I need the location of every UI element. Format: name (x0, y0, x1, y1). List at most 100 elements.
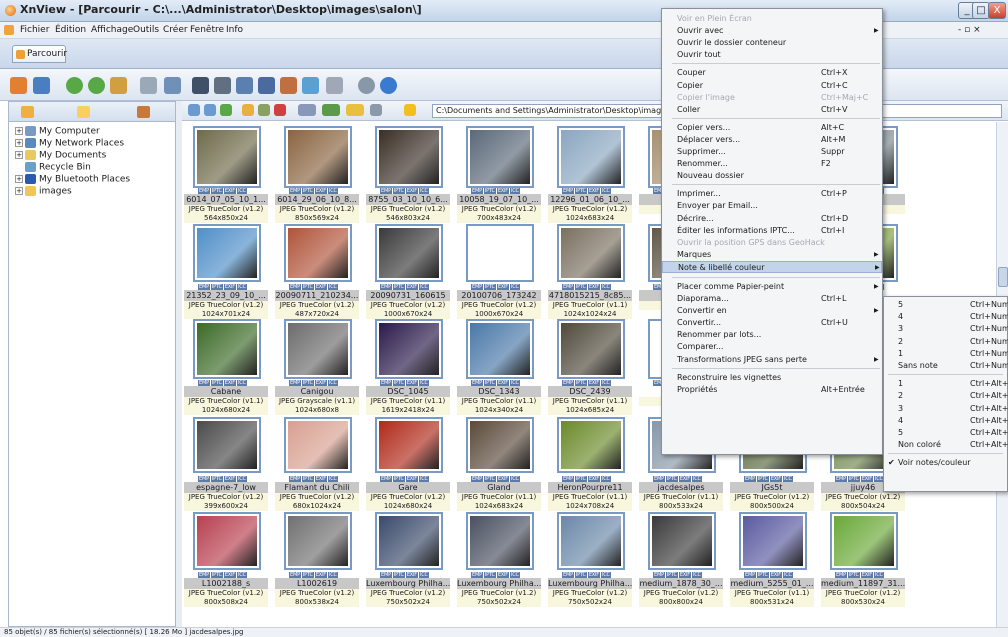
convert-icon[interactable] (280, 77, 297, 94)
edit-icon[interactable] (258, 104, 270, 116)
context-menu-item[interactable]: Transformations JPEG sans perte ▶ (662, 354, 882, 366)
tree-item-bluetooth[interactable]: + My Bluetooth Places (15, 174, 130, 185)
thumbnail-item[interactable]: EMP IPTC EXIF ICC 10058_19_07_10_... JPEG Tru… (457, 122, 541, 223)
scrollbar-thumb[interactable] (998, 267, 1008, 287)
context-menu-item[interactable]: Comparer... (662, 341, 882, 353)
context-menu-item[interactable]: Convertir... Ctrl+U (662, 317, 882, 329)
context-menu-item[interactable]: Reconstruire les vignettes (662, 372, 882, 384)
copy-icon[interactable] (164, 77, 181, 94)
context-menu-item[interactable]: Convertir en ▶ (662, 305, 882, 317)
context-menu-item[interactable]: Copier l'image Ctrl+Maj+C (662, 92, 882, 104)
folders-tab-icon[interactable] (21, 106, 34, 118)
thumbnail-item[interactable]: EMP IPTC EXIF ICC 21352_23_09_10_... JPEG Tru… (184, 208, 268, 319)
submenu-item[interactable]: 1 Ctrl+Num 1 (884, 348, 1008, 360)
tree-item-recycle-bin[interactable]: Recycle Bin (25, 162, 91, 173)
fullscreen-icon[interactable] (33, 77, 50, 94)
forward-icon[interactable] (204, 104, 216, 116)
thumbnail-item[interactable]: EMP IPTC EXIF ICC DSC_2439 JPEG TrueColor (v1… (548, 304, 632, 415)
categories-tab-icon[interactable] (137, 106, 150, 118)
context-menu-item[interactable]: Ouvrir avec ▶ (662, 25, 882, 37)
submenu-item[interactable]: 3 Ctrl+Alt+3 (884, 403, 1008, 415)
expand-icon[interactable]: + (15, 151, 23, 159)
thumbnail-item[interactable]: EMP IPTC EXIF ICC 6014_07_05_10_1... JPEG Tru… (184, 122, 268, 223)
screen-icon[interactable] (258, 77, 275, 94)
expand-icon[interactable]: + (15, 187, 23, 195)
thumbnail-item[interactable]: EMP IPTC EXIF ICC 20090731_160615 JPEG TrueCo… (366, 208, 450, 319)
submenu-item[interactable]: 3 Ctrl+Num 3 (884, 323, 1008, 335)
web-icon[interactable] (302, 77, 319, 94)
context-menu-item[interactable]: Couper Ctrl+X (662, 67, 882, 79)
thumbnail-item[interactable]: EMP IPTC EXIF ICC Luxembourg Philha... JPEG T… (548, 496, 632, 607)
submenu-item[interactable]: 4 Ctrl+Num 4 (884, 311, 1008, 323)
expand-icon[interactable]: + (15, 175, 23, 183)
up-icon[interactable] (220, 104, 232, 116)
tree-item-network[interactable]: + My Network Places (15, 138, 124, 149)
thumbnail-item[interactable]: EMP IPTC EXIF ICC 12296_01_06_10_... JPEG Tru… (548, 122, 632, 223)
context-menu-item[interactable]: Éditer les informations IPTC... Ctrl+I (662, 225, 882, 237)
menu-fichier[interactable]: Fichier (20, 25, 49, 35)
submenu-item[interactable]: ✔ Voir notes/couleur (884, 457, 1007, 469)
favorites-tab-icon[interactable] (77, 106, 90, 118)
slideshow-icon[interactable] (236, 77, 253, 94)
context-menu-item[interactable]: Diaporama... Ctrl+L (662, 293, 882, 305)
refresh-icon[interactable] (370, 104, 382, 116)
thumbnail-item[interactable]: EMP IPTC EXIF ICC L1002188_s JPEG TrueColor (… (184, 496, 268, 607)
thumbnail-item[interactable]: EMP IPTC EXIF ICC Cabane JPEG TrueColor (v1.1… (184, 304, 268, 415)
thumbnail-item[interactable]: EMP IPTC EXIF ICC Canigou JPEG Grayscale (v1.… (275, 304, 359, 415)
submenu-item[interactable]: 1 Ctrl+Alt+1 (884, 378, 1008, 390)
browser-icon[interactable] (10, 77, 27, 94)
menu-creer[interactable]: Créer (163, 25, 188, 35)
thumbnail-item[interactable]: EMP IPTC EXIF ICC 20090711_210234... JPEG Tru… (275, 208, 359, 319)
info-icon[interactable] (380, 77, 397, 94)
search-icon[interactable] (192, 77, 209, 94)
new-folder-icon[interactable] (242, 104, 254, 116)
thumbnail-item[interactable]: EMP IPTC EXIF ICC Gland JPEG TrueColor (v1.1)… (457, 400, 541, 511)
menu-edition[interactable]: Édition (55, 25, 86, 35)
context-menu-item[interactable]: Imprimer... Ctrl+P (662, 188, 882, 200)
context-menu-item[interactable]: Ouvrir le dossier conteneur (662, 37, 882, 49)
context-menu-item[interactable]: Marques ▶ (662, 249, 882, 261)
context-menu-item[interactable]: Copier vers... Alt+C (662, 122, 882, 134)
submenu-item[interactable]: 2 Ctrl+Alt+2 (884, 390, 1008, 402)
thumbnail-item[interactable]: EMP IPTC EXIF ICC Luxembourg Philha... JPEG T… (457, 496, 541, 607)
refresh-icon[interactable] (66, 77, 83, 94)
open-icon[interactable] (140, 77, 157, 94)
thumbnail-item[interactable]: EMP IPTC EXIF ICC espagne-7_low JPEG TrueColo… (184, 400, 268, 511)
thumbnail-item[interactable]: EMP IPTC EXIF ICC 20100706_173242 JPEG TrueCo… (457, 208, 541, 319)
context-menu-item[interactable]: Ouvrir tout (662, 49, 882, 61)
thumbnail-item[interactable]: EMP IPTC EXIF ICC DSC_1343 JPEG TrueColor (v1… (457, 304, 541, 415)
thumbnail-item[interactable]: EMP IPTC EXIF ICC 8755_03_10_10_6... JPEG Tru… (366, 122, 450, 223)
pane-splitter[interactable] (176, 101, 182, 627)
context-menu-item[interactable]: Ouvrir la position GPS dans GeoHack (662, 237, 882, 249)
expand-icon[interactable]: + (15, 127, 23, 135)
context-menu-item[interactable]: Renommer par lots... (662, 329, 882, 341)
thumbnail-item[interactable]: EMP IPTC EXIF ICC DSC_1045 JPEG TrueColor (v1… (366, 304, 450, 415)
thumbnail-item[interactable]: EMP IPTC EXIF ICC 4718015215_8c85... JPEG Tru… (548, 208, 632, 319)
submenu-item[interactable]: Sans note Ctrl+Num 0 (884, 360, 1008, 372)
thumbnail-item[interactable]: EMP IPTC EXIF ICC Gare JPEG TrueColor (v1.2) 1… (366, 400, 450, 511)
menu-outils[interactable]: Outils (133, 25, 159, 35)
submenu-item[interactable]: 5 Ctrl+Num 5 (884, 299, 1008, 311)
close-button[interactable]: X (988, 2, 1006, 19)
thumbnail-item[interactable]: EMP IPTC EXIF ICC medium_1878_30_... JPEG Tru… (639, 496, 723, 607)
context-menu-item[interactable]: Nouveau dossier (662, 170, 882, 182)
tree-item-images[interactable]: + images (15, 186, 72, 197)
context-menu-item[interactable]: Propriétés Alt+Entrée (662, 384, 882, 396)
thumbnail-item[interactable]: EMP IPTC EXIF ICC Flamant du Chili JPEG TrueC… (275, 400, 359, 511)
view-mode-icon[interactable] (298, 104, 316, 116)
gear-icon[interactable] (358, 77, 375, 94)
thumbnail-item[interactable]: EMP IPTC EXIF ICC medium_5255_01_... JPEG Tru… (730, 496, 814, 607)
context-menu-item[interactable]: Envoyer par Email... (662, 200, 882, 212)
context-menu-item[interactable]: Coller Ctrl+V (662, 104, 882, 116)
submenu-item[interactable]: 4 Ctrl+Alt+4 (884, 415, 1008, 427)
print-icon[interactable] (214, 77, 231, 94)
thumbnail-item[interactable]: EMP IPTC EXIF ICC 6014_29_06_10_8... JPEG Tru… (275, 122, 359, 223)
context-menu-item[interactable]: Note & libellé couleur ▶ (662, 260, 882, 273)
rotate-icon[interactable] (88, 77, 105, 94)
context-menu-item[interactable]: Placer comme Papier-peint ▶ (662, 281, 882, 293)
thumbnail-item[interactable]: EMP IPTC EXIF ICC Luxembourg Philha... JPEG T… (366, 496, 450, 607)
tab-parcourir[interactable]: Parcourir (12, 45, 67, 63)
context-menu-item[interactable]: Supprimer... Suppr (662, 146, 882, 158)
star-icon[interactable] (404, 104, 416, 116)
inner-window-controls[interactable]: - ▫ × (958, 25, 981, 35)
